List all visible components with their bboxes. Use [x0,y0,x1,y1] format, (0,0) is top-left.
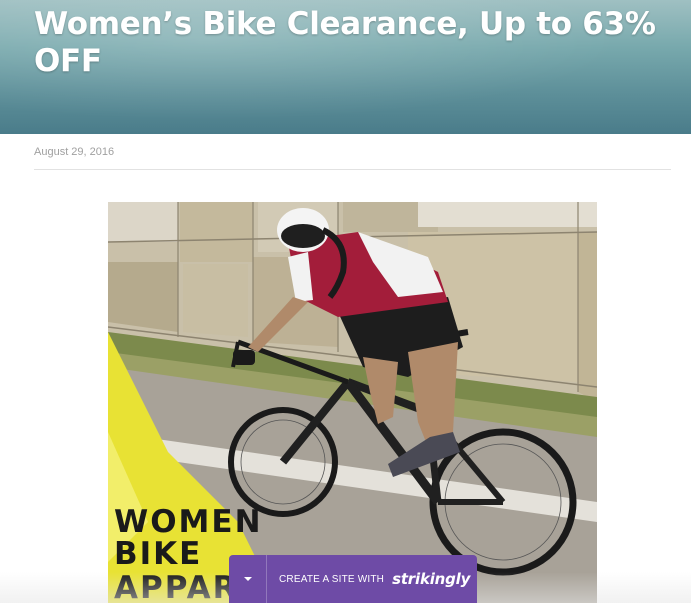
post-title: Women’s Bike Clearance, Up to 63% OFF [34,6,656,79]
header-divider [34,169,671,170]
image-overlay-line-1: WOMEN [114,504,263,540]
chevron-down-icon [243,577,252,581]
promo-text[interactable]: CREATE A SITE WITH [279,574,384,585]
image-overlay-line-2: BIKE [114,536,202,572]
post-header-banner: Women’s Bike Clearance, Up to 63% OFF [0,0,691,134]
promo-toggle-button[interactable] [229,555,267,603]
image-overlay-line-3: APPAR [114,570,238,603]
post-featured-image[interactable]: WOMEN BIKE APPAR [108,202,597,603]
strikingly-promo-bar[interactable]: CREATE A SITE WITH strikingly [229,555,477,603]
cyclist-photo: WOMEN BIKE APPAR [108,202,597,603]
post-date: August 29, 2016 [34,146,115,158]
strikingly-logo[interactable]: strikingly [392,570,470,588]
